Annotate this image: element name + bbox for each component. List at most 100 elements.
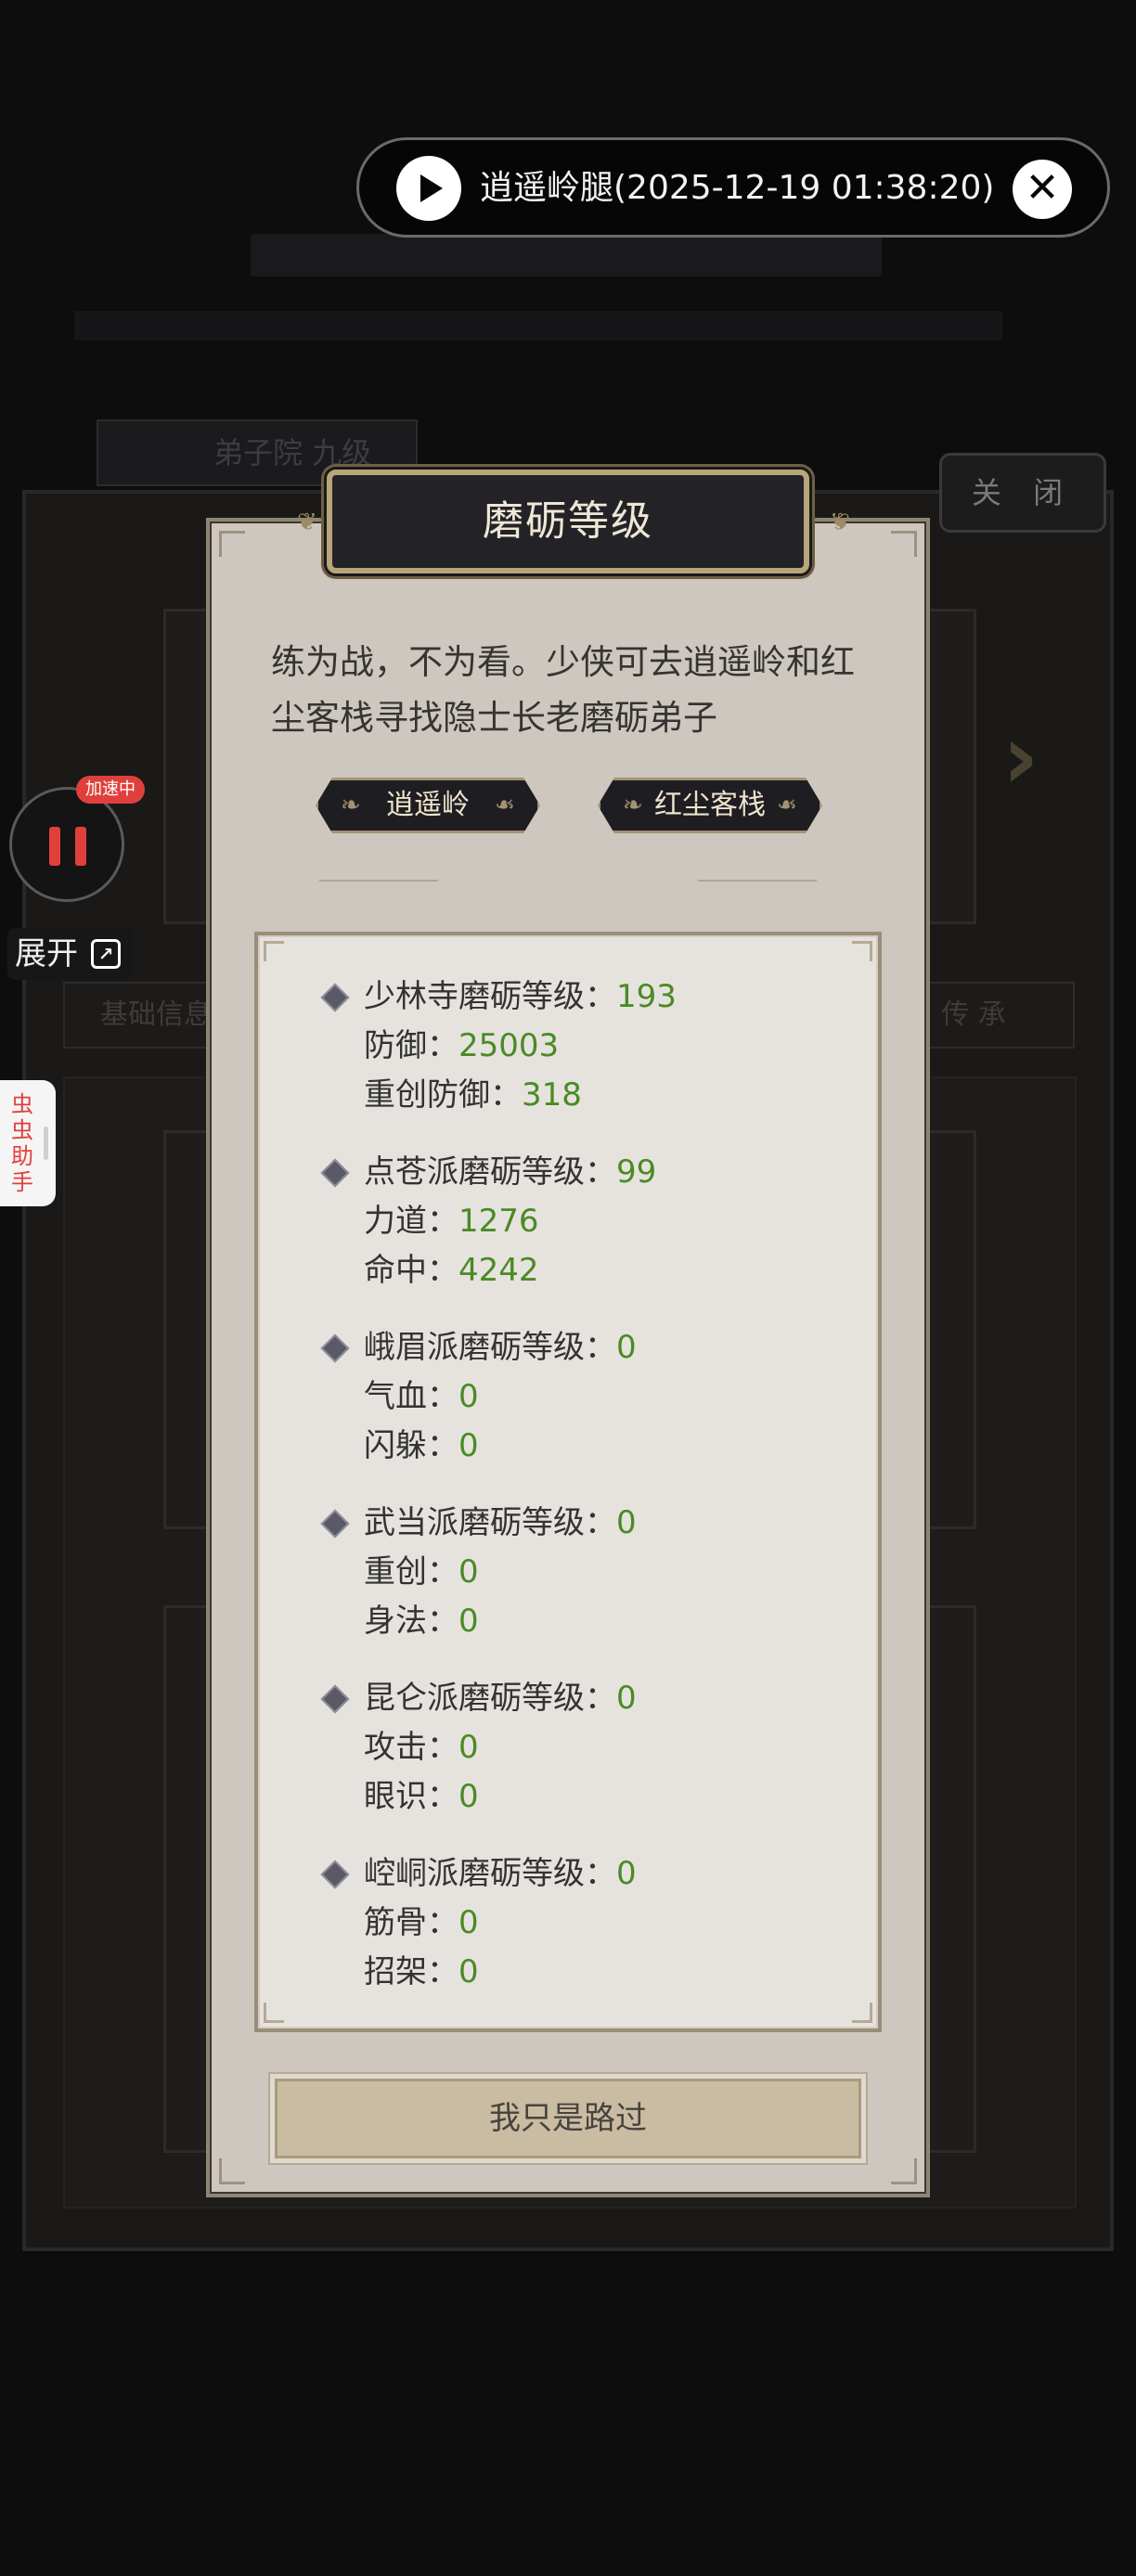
stat-label: 筋骨：: [364, 1904, 458, 1941]
stat-value: 0: [458, 1953, 479, 1990]
play-icon[interactable]: [396, 156, 461, 221]
stat-label: 命中：: [364, 1252, 458, 1289]
pause-icon: [49, 827, 60, 866]
dialog-description: 练为战，不为看。少侠可去逍遥岭和红尘客栈寻找隐士长老磨砺弟子: [271, 642, 855, 738]
corner-ornament: [852, 941, 872, 961]
stat-row: 力道：1276: [364, 1197, 846, 1246]
sect-level-row: 武当派磨砺等级：0: [320, 1499, 846, 1548]
sect-group-kunlun: 昆仑派磨砺等级：0 攻击：0 眼识：0: [320, 1674, 846, 1822]
stat-value: 4242: [458, 1252, 539, 1289]
stat-value: 0: [458, 1553, 479, 1591]
stat-row: 气血：0: [364, 1372, 846, 1422]
sect-level-value: 99: [616, 1153, 657, 1191]
corner-ornament: [891, 2158, 917, 2184]
stat-label: 力道：: [364, 1203, 458, 1240]
corner-ornament: [264, 2003, 284, 2023]
location-button-hongchen-inn[interactable]: 红尘客栈: [598, 778, 822, 833]
stat-row: 防御：25003: [364, 1022, 846, 1071]
speed-status-badge: 加速中: [76, 776, 145, 804]
corner-ornament: [852, 2003, 872, 2023]
diamond-bullet-icon: [320, 1684, 350, 1714]
sect-level-row: 点苍派磨砺等级：99: [320, 1148, 846, 1197]
stat-label: 闪躲：: [364, 1427, 458, 1464]
stat-value: 25003: [458, 1027, 560, 1064]
stat-label: 身法：: [364, 1603, 458, 1640]
close-icon[interactable]: ✕: [1013, 160, 1072, 219]
corner-ornament: [219, 2158, 245, 2184]
stat-row: 命中：4242: [364, 1246, 846, 1295]
stat-label: 重创：: [364, 1553, 458, 1591]
sect-level-row: 昆仑派磨砺等级：0: [320, 1674, 846, 1723]
sect-level-row: 峨眉派磨砺等级：0: [320, 1323, 846, 1372]
diamond-bullet-icon: [320, 1158, 350, 1188]
sect-level-value: 0: [616, 1329, 637, 1366]
divider: [698, 880, 817, 882]
stat-value: 0: [458, 1729, 479, 1766]
sect-label: 少林寺磨砺等级：: [364, 978, 616, 1015]
sect-label: 峨眉派磨砺等级：: [364, 1329, 616, 1366]
stat-value: 0: [458, 1778, 479, 1815]
sect-level-value: 193: [616, 978, 677, 1015]
sect-group-diancang: 点苍派磨砺等级：99 力道：1276 命中：4242: [320, 1148, 846, 1295]
sect-level-row: 少林寺磨砺等级：193: [320, 972, 846, 1022]
pause-icon: [75, 827, 86, 866]
sect-level-value: 0: [616, 1504, 637, 1541]
sect-level-value: 0: [616, 1855, 637, 1892]
stat-value: 0: [458, 1904, 479, 1941]
divider: [319, 880, 438, 882]
stat-row: 眼识：0: [364, 1772, 846, 1822]
stat-label: 招架：: [364, 1953, 458, 1990]
stat-row: 身法：0: [364, 1597, 846, 1646]
sect-group-emei: 峨眉派磨砺等级：0 气血：0 闪躲：0: [320, 1323, 846, 1471]
helper-side-tab[interactable]: 虫虫助手: [0, 1080, 56, 1206]
stat-row: 闪躲：0: [364, 1422, 846, 1471]
stat-row: 重创：0: [364, 1548, 846, 1597]
stat-label: 攻击：: [364, 1729, 458, 1766]
corner-ornament: [264, 941, 284, 961]
stat-label: 气血：: [364, 1378, 458, 1415]
stat-value: 0: [458, 1427, 479, 1464]
bg-title-row: [251, 234, 882, 277]
stat-value: 0: [458, 1603, 479, 1640]
sect-group-kongtong: 崆峒派磨砺等级：0 筋骨：0 招架：0: [320, 1849, 846, 1997]
expand-button[interactable]: 展开 ↗: [7, 928, 134, 980]
helper-label: 虫虫助手: [11, 1091, 33, 1195]
stat-value: 0: [458, 1378, 479, 1415]
diamond-bullet-icon: [320, 983, 350, 1012]
dialog-title-plate: 磨砺等级: [327, 470, 809, 573]
diamond-bullet-icon: [320, 1509, 350, 1539]
stat-value: 318: [522, 1076, 582, 1114]
stat-row: 筋骨：0: [364, 1899, 846, 1948]
expand-icon: ↗: [91, 939, 121, 969]
sect-label: 武当派磨砺等级：: [364, 1504, 616, 1541]
drag-handle-icon: [44, 1127, 48, 1160]
sect-group-shaolin: 少林寺磨砺等级：193 防御：25003 重创防御：318: [320, 972, 846, 1120]
stat-value: 1276: [458, 1203, 539, 1240]
sect-level-value: 0: [616, 1680, 637, 1717]
sect-label: 崆峒派磨砺等级：: [364, 1855, 616, 1892]
stat-label: 重创防御：: [364, 1076, 522, 1114]
video-recording-pill[interactable]: 逍遥岭腿(2025-12-19 01:38:20) ✕: [356, 137, 1110, 238]
sect-group-wudang: 武当派磨砺等级：0 重创：0 身法：0: [320, 1499, 846, 1646]
diamond-bullet-icon: [320, 1860, 350, 1889]
stat-row: 攻击：0: [364, 1723, 846, 1772]
corner-ornament: [891, 531, 917, 557]
video-title: 逍遥岭腿(2025-12-19 01:38:20): [480, 169, 995, 207]
sect-label: 昆仑派磨砺等级：: [364, 1680, 616, 1717]
expand-label: 展开: [15, 935, 78, 972]
stat-label: 防御：: [364, 1027, 458, 1064]
bg-sub-row: [74, 311, 1002, 341]
sect-label: 点苍派磨砺等级：: [364, 1153, 616, 1191]
stat-row: 招架：0: [364, 1948, 846, 1997]
close-button[interactable]: 关 闭: [939, 453, 1106, 533]
stat-label: 眼识：: [364, 1778, 458, 1815]
location-button-xiaoyaoling[interactable]: 逍遥岭: [316, 778, 540, 833]
corner-ornament: [219, 531, 245, 557]
dialog-title: 磨砺等级: [483, 497, 653, 545]
stat-row: 重创防御：318: [364, 1071, 846, 1120]
just-passing-button[interactable]: 我只是路过: [275, 2079, 861, 2158]
diamond-bullet-icon: [320, 1333, 350, 1363]
pause-accelerator-button[interactable]: [9, 787, 124, 902]
stats-panel: 少林寺磨砺等级：193 防御：25003 重创防御：318 点苍派磨砺等级：99…: [254, 932, 882, 2032]
title-wing-right-icon: ❦: [830, 509, 850, 536]
